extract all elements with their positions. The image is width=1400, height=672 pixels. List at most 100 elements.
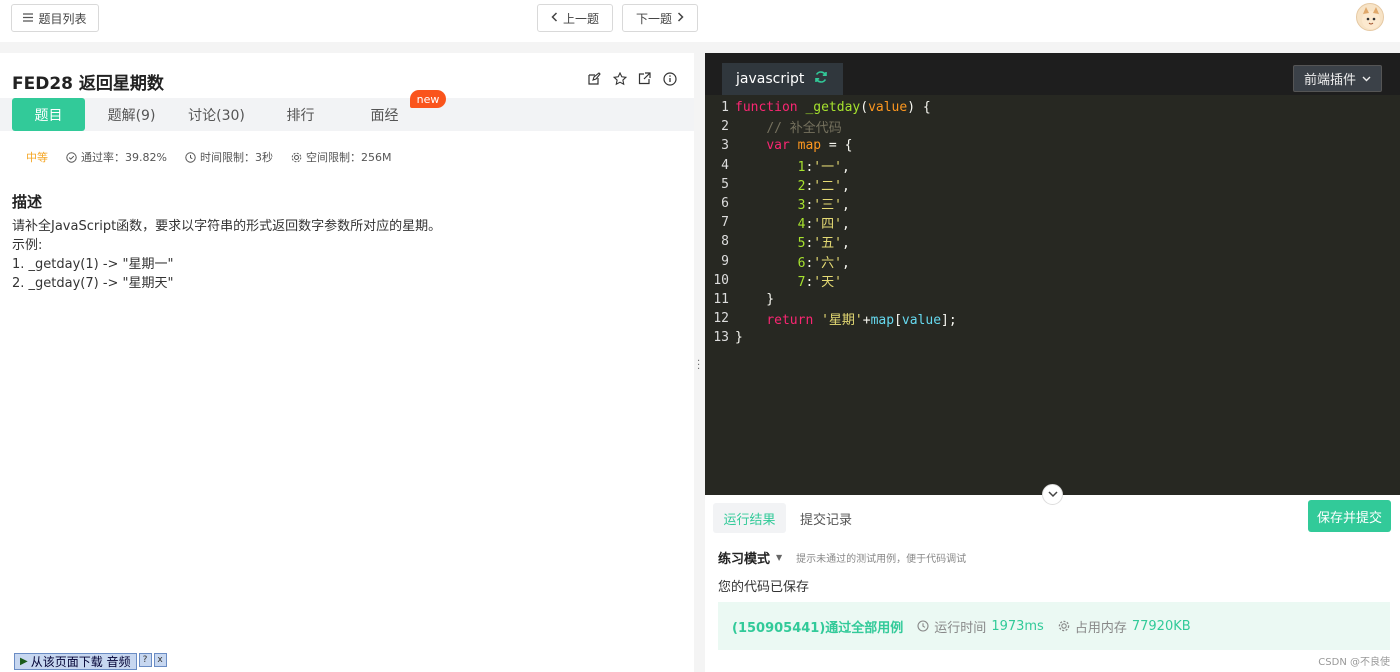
play-icon: ▶ [20,656,28,667]
line-number: 6 [721,196,729,212]
editor-toolbar: javascript 前端插件 [705,53,1400,95]
line-number: 3 [721,138,729,154]
code-text: 7:'天' [797,274,842,290]
watermark: CSDN @不良使 [1318,657,1390,668]
download-bar: ▶ 从该页面下载 音频 ? x [14,653,167,670]
tab-problem[interactable]: 题目 [12,98,85,131]
space-limit: 空间限制：256M [291,149,391,165]
problem-list-label: 题目列表 [38,11,87,26]
code-line: 11 } [705,290,1400,309]
memory-value: 77920KB [1131,618,1191,634]
tab-run-result[interactable]: 运行结果 [713,503,786,533]
edit-icon[interactable] [587,71,602,86]
download-audio-button[interactable]: ▶ 从该页面下载 音频 [14,653,137,670]
refresh-icon[interactable] [814,70,828,88]
code-line: 4 1:'一', [705,156,1400,175]
download-close-button[interactable]: x [153,653,167,667]
frontend-plugin-dropdown[interactable]: 前端插件 [1293,65,1382,92]
code-line: 12 return '星期'+map[value]; [705,309,1400,328]
code-line: 9 6:'六', [705,252,1400,271]
line-number: 7 [721,215,729,231]
line-number: 12 [713,311,729,327]
language-tab[interactable]: javascript [722,63,843,95]
avatar-icon [1362,7,1380,29]
code-text: 3:'三', [797,198,850,214]
chevron-down-icon [1362,71,1371,86]
problem-tabs: 题目 题解(9) 讨论(30) 排行 面经 [0,98,694,131]
result-summary: (150905441)通过全部用例 运行时间 1973ms 占用内存 77920… [718,602,1390,650]
line-number: 11 [713,291,729,307]
line-number: 4 [721,157,729,173]
code-text: 2:'二', [797,178,850,194]
next-problem-button[interactable]: 下一题 [622,4,698,32]
description-line: 1. _getday(1) -> "星期一" [12,257,174,272]
line-number: 8 [721,234,729,250]
chevron-right-icon [677,11,684,25]
pass-rate-text: 通过率：39.82% [81,151,167,164]
code-text: 1:'一', [797,159,850,175]
tab-ranking[interactable]: 排行 [264,98,337,131]
top-bar: 题目列表 上一题 下一题 [0,0,1400,42]
memory-label: 占用内存 [1074,620,1127,636]
practice-mode-hint: 提示未通过的测试用例，便于代码调试 [796,554,967,565]
description-heading: 描述 [12,193,43,211]
list-icon [23,11,34,25]
code-text: 5:'五', [797,236,850,252]
practice-mode-dropdown[interactable]: 练习模式 [718,548,770,567]
header-gap [0,42,1400,53]
info-icon[interactable] [662,71,677,86]
code-line: 10 7:'天' [705,271,1400,290]
code-text: } [735,330,743,346]
code-text: // 补全代码 [766,121,842,137]
share-icon[interactable] [637,71,652,86]
code-editor[interactable]: javascript 前端插件 1 function _getday(value)… [705,53,1400,495]
language-label: javascript [736,71,805,87]
line-number: 5 [721,176,729,192]
problem-actions [587,71,677,86]
code-line: 13} [705,328,1400,347]
run-time-value: 1973ms [991,618,1044,634]
code-line: 7 4:'四', [705,213,1400,232]
line-number: 10 [713,272,729,288]
code-line: 6 3:'三', [705,194,1400,213]
new-badge: new [410,90,446,108]
star-icon[interactable] [612,71,627,86]
tab-submit-history[interactable]: 提交记录 [800,503,852,533]
time-limit-text: 时间限制：3秒 [199,151,273,164]
tab-solutions[interactable]: 题解(9) [95,98,168,131]
problem-panel: FED28 返回星期数 题目 题解(9) 讨论(30) 排行 面经 new 中等… [0,53,694,672]
user-avatar[interactable] [1356,3,1384,31]
code-text: return '星期'+map[value]; [766,313,957,329]
download-help-button[interactable]: ? [138,653,152,667]
check-circle-icon [66,151,77,163]
collapse-console-button[interactable] [1042,484,1063,505]
code-line: 3 var map = { [705,136,1400,155]
caret-down-icon[interactable]: ▼ [776,553,782,562]
description-line: 2. _getday(7) -> "星期天" [12,276,174,291]
memory-usage: 占用内存 77920KB [1058,617,1191,636]
clock-icon [917,620,929,632]
code-line: 2 // 补全代码 [705,117,1400,136]
save-submit-button[interactable]: 保存并提交 [1308,500,1391,532]
chevron-left-icon [551,11,558,25]
code-text: var map = { [766,138,853,154]
description-line: 示例: [12,238,43,253]
code-line: 1 function _getday(value) { [705,98,1400,117]
run-time-label: 运行时间 [934,620,987,636]
plugin-label: 前端插件 [1303,73,1356,88]
prev-problem-label: 上一题 [562,11,599,26]
pass-message: (150905441)通过全部用例 [732,620,904,636]
panel-resizer[interactable]: · · · [694,53,705,672]
code-text: function _getday(value) { [735,100,931,116]
description-line: 请补全JavaScript函数，要求以字符串的形式返回数字参数所对应的星期。 [12,219,442,234]
drag-handle-icon: · · · [697,356,701,375]
gear-icon [1058,620,1070,632]
problem-list-button[interactable]: 题目列表 [11,4,99,32]
download-audio-label: 从该页面下载 音频 [30,655,131,669]
code-area[interactable]: 1 function _getday(value) { 2 // 补全代码 3 v… [705,98,1400,347]
tab-discussion[interactable]: 讨论(30) [180,98,253,131]
prev-problem-button[interactable]: 上一题 [537,4,613,32]
code-text: 6:'六', [797,255,850,271]
chevron-down-icon [1047,491,1058,498]
code-line: 8 5:'五', [705,232,1400,251]
